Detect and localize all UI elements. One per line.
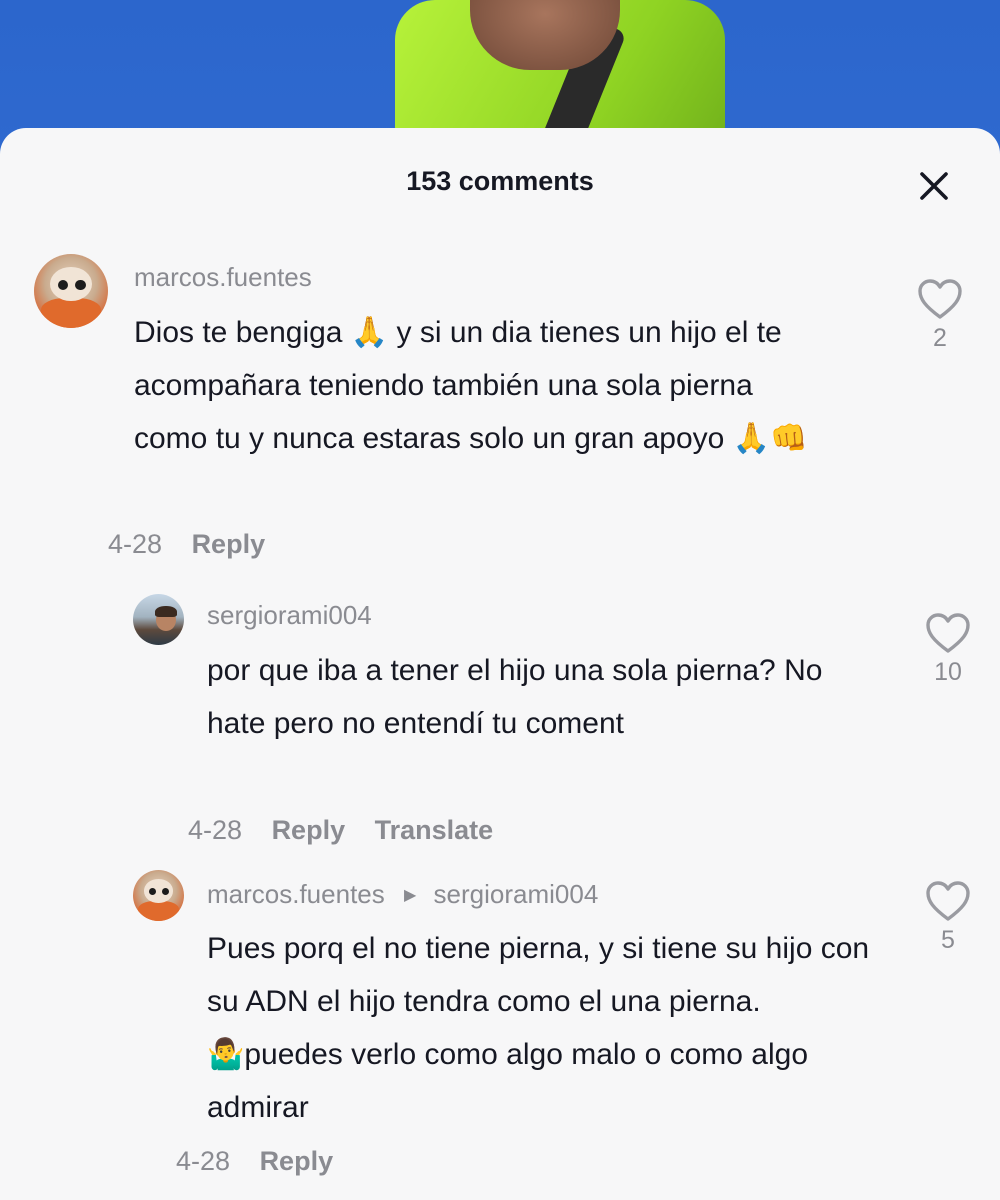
comment-text: por que iba a tener el hijo una sola pie… <box>207 654 823 740</box>
like-count: 10 <box>934 658 962 686</box>
reply-button[interactable]: Reply <box>192 529 266 559</box>
reply-author[interactable]: marcos.fuentes <box>207 879 385 909</box>
comment-text: Dios te bengiga 🙏 y si un dia tienes un … <box>134 316 808 455</box>
comment-username: marcos.fuentes ▶ sergiorami004 <box>207 879 598 910</box>
like-button[interactable]: 2 <box>910 278 970 353</box>
heart-outline-icon <box>926 881 970 921</box>
comment-meta: 4-28 Reply Translate <box>188 815 515 846</box>
comment-date: 4-28 <box>188 815 243 845</box>
comments-count-title: 153 comments <box>406 166 594 196</box>
like-button[interactable]: 5 <box>918 880 978 955</box>
like-count: 2 <box>933 324 947 352</box>
heart-outline-icon <box>918 279 962 319</box>
reply-button[interactable]: Reply <box>260 1146 334 1176</box>
avatar[interactable] <box>133 870 184 921</box>
comment-meta: 4-28 Reply <box>108 529 287 560</box>
comment-date: 4-28 <box>108 529 163 559</box>
reply-target[interactable]: sergiorami004 <box>434 879 599 909</box>
comment-username[interactable]: sergiorami004 <box>207 600 372 631</box>
comment-meta: 4-28 Reply <box>176 1146 355 1177</box>
like-button[interactable]: 10 <box>918 612 978 687</box>
avatar[interactable] <box>133 594 184 645</box>
comment-text: Pues porq el no tiene pierna, y si tiene… <box>207 932 870 1124</box>
comments-sheet: 153 comments marcos.fuentes Dios te beng… <box>0 128 1000 1200</box>
triangle-right-icon: ▶ <box>403 887 417 904</box>
close-icon <box>920 172 948 200</box>
avatar[interactable] <box>34 254 108 328</box>
translate-button[interactable]: Translate <box>375 815 494 845</box>
comment-username[interactable]: marcos.fuentes <box>134 262 312 293</box>
comment-date: 4-28 <box>176 1146 231 1176</box>
reply-button[interactable]: Reply <box>272 815 346 845</box>
like-count: 5 <box>941 926 955 954</box>
close-button[interactable] <box>912 164 956 208</box>
heart-outline-icon <box>926 613 970 653</box>
